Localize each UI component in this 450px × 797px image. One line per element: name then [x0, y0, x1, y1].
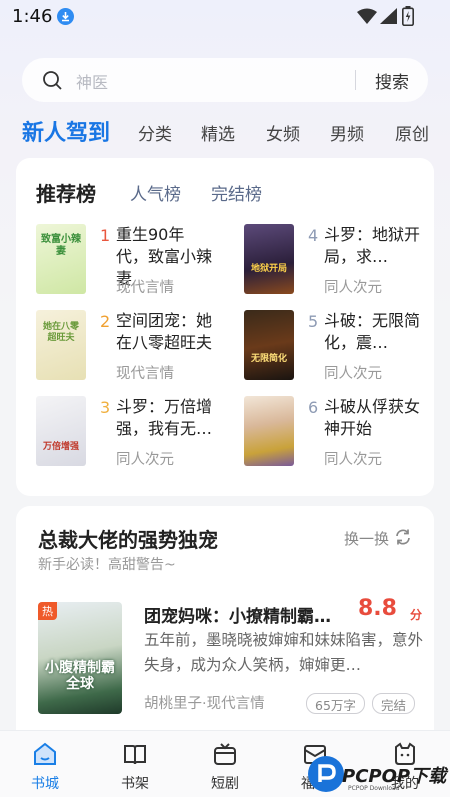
book-cover[interactable] — [244, 396, 294, 466]
book-title[interactable]: 空间团宠：她在八零超旺夫 — [116, 310, 212, 354]
book-cover[interactable]: 无限简化 — [244, 310, 294, 380]
featured-meta: 胡桃里子·现代言情 — [144, 696, 265, 712]
wifi-icon — [357, 8, 377, 24]
search-divider — [355, 70, 356, 90]
ranking-book-4[interactable]: 地狱开局 4 斗罗：地狱开局，求… 同人次元 — [224, 224, 420, 306]
hot-badge: 热 — [38, 602, 57, 620]
tab-original[interactable]: 原创 — [395, 120, 429, 145]
status-tag: 完结 — [372, 693, 416, 714]
search-placeholder[interactable]: 神医 — [76, 69, 108, 93]
nav-label: 书城 — [31, 776, 59, 792]
word-count-tag: 65万字 — [306, 693, 365, 714]
tab-recommend-rank[interactable]: 推荐榜 — [36, 178, 96, 207]
battery-icon — [402, 6, 414, 26]
book-category: 同人次元 — [116, 452, 174, 468]
cover-title: 无限简化 — [250, 354, 287, 364]
rank-number: 3 — [100, 398, 111, 417]
ranking-book-5[interactable]: 无限简化 5 斗破：无限简化，震… 同人次元 — [224, 310, 420, 392]
category-tabs: 新人驾到 分类 精选 女频 男频 原创 — [0, 112, 450, 152]
ranking-book-2[interactable]: 她在八零超旺夫 2 空间团宠：她在八零超旺夫 现代言情 — [16, 310, 212, 392]
tab-featured[interactable]: 精选 — [201, 120, 235, 145]
tab-category[interactable]: 分类 — [138, 120, 172, 145]
tab-finished-rank[interactable]: 完结榜 — [211, 180, 262, 205]
cover-title: 她在八零超旺夫 — [42, 322, 79, 343]
search-bar[interactable]: 神医 搜索 — [22, 58, 428, 102]
book-category: 同人次元 — [324, 280, 382, 296]
featured-description[interactable]: 五年前，墨晓晓被婶婶和妹妹陷害，意外失身，成为众人笑柄，婶婶更… — [144, 628, 424, 678]
book-cover[interactable]: 致富小辣妻 — [36, 224, 86, 294]
tab-female[interactable]: 女频 — [266, 120, 300, 145]
featured-score: 8.8 — [358, 596, 397, 621]
watermark-logo-icon — [308, 756, 344, 792]
cover-title: 万倍增强 — [42, 442, 79, 452]
featured-book-cover[interactable]: 热 小腹精制霸全球 — [38, 602, 122, 714]
book-title[interactable]: 斗破从俘获女神开始 — [324, 396, 420, 440]
cover-title: 致富小辣妻 — [41, 234, 81, 257]
book-cover[interactable]: 万倍增强 — [36, 396, 86, 466]
book-category: 同人次元 — [324, 366, 382, 382]
ranking-card: 推荐榜 人气榜 完结榜 致富小辣妻 1 重生90年代，致富小辣妻 现代言情 她在… — [16, 158, 434, 496]
status-time: 1:46 — [12, 6, 53, 27]
book-cover[interactable]: 她在八零超旺夫 — [36, 310, 86, 380]
book-cover[interactable]: 地狱开局 — [244, 224, 294, 294]
tab-newcomer[interactable]: 新人驾到 — [22, 115, 110, 147]
featured-cover-title: 小腹精制霸全球 — [45, 660, 115, 692]
book-category: 同人次元 — [324, 452, 382, 468]
search-icon — [43, 71, 62, 90]
featured-book-title[interactable]: 团宠妈咪：小撩精制霸… — [144, 602, 331, 627]
book-title[interactable]: 斗破：无限简化，震… — [324, 310, 420, 354]
tab-popular-rank[interactable]: 人气榜 — [130, 180, 181, 205]
nav-short-drama[interactable]: 短剧 — [180, 731, 270, 797]
nav-bookstore[interactable]: 书城 — [0, 731, 90, 797]
book-title[interactable]: 斗罗：地狱开局，求… — [324, 224, 420, 268]
ranking-book-3[interactable]: 万倍增强 3 斗罗：万倍增强，我有无… 同人次元 — [16, 396, 212, 478]
signal-icon — [380, 8, 397, 24]
ranking-book-1[interactable]: 致富小辣妻 1 重生90年代，致富小辣妻 现代言情 — [16, 224, 212, 306]
watermark: PCPOP下载 PCPOP Download — [308, 752, 450, 797]
watermark-subtext: PCPOP Download — [348, 785, 400, 792]
recommend-section-card: 总裁大佬的强势独宠 新手必读！高甜警告~ 换一换 热 小腹精制霸全球 团宠妈咪：… — [16, 506, 434, 756]
search-button[interactable]: 搜索 — [375, 68, 409, 93]
rank-number: 1 — [100, 226, 111, 245]
rank-number: 6 — [308, 398, 319, 417]
book-category: 现代言情 — [116, 280, 174, 296]
nav-label: 短剧 — [211, 776, 239, 792]
book-icon — [124, 745, 146, 765]
home-icon — [34, 742, 56, 765]
book-title[interactable]: 斗罗：万倍增强，我有无… — [116, 396, 212, 440]
section-title: 总裁大佬的强势独宠 — [38, 528, 218, 552]
refresh-icon[interactable] — [394, 528, 412, 546]
download-icon — [57, 8, 74, 25]
book-category: 现代言情 — [116, 366, 174, 382]
featured-score-unit: 分 — [410, 608, 423, 622]
rank-number: 4 — [308, 226, 319, 245]
section-subtitle: 新手必读！高甜警告~ — [38, 557, 176, 573]
rank-number: 5 — [308, 312, 319, 331]
tab-male[interactable]: 男频 — [330, 120, 364, 145]
nav-label: 书架 — [121, 776, 149, 792]
cover-title: 地狱开局 — [250, 264, 287, 274]
tv-icon — [214, 743, 236, 765]
ranking-book-6[interactable]: 6 斗破从俘获女神开始 同人次元 — [224, 396, 420, 478]
status-bar: 1:46 — [0, 0, 450, 34]
rank-number: 2 — [100, 312, 111, 331]
refresh-button[interactable]: 换一换 — [344, 528, 389, 549]
nav-bookshelf[interactable]: 书架 — [90, 731, 180, 797]
